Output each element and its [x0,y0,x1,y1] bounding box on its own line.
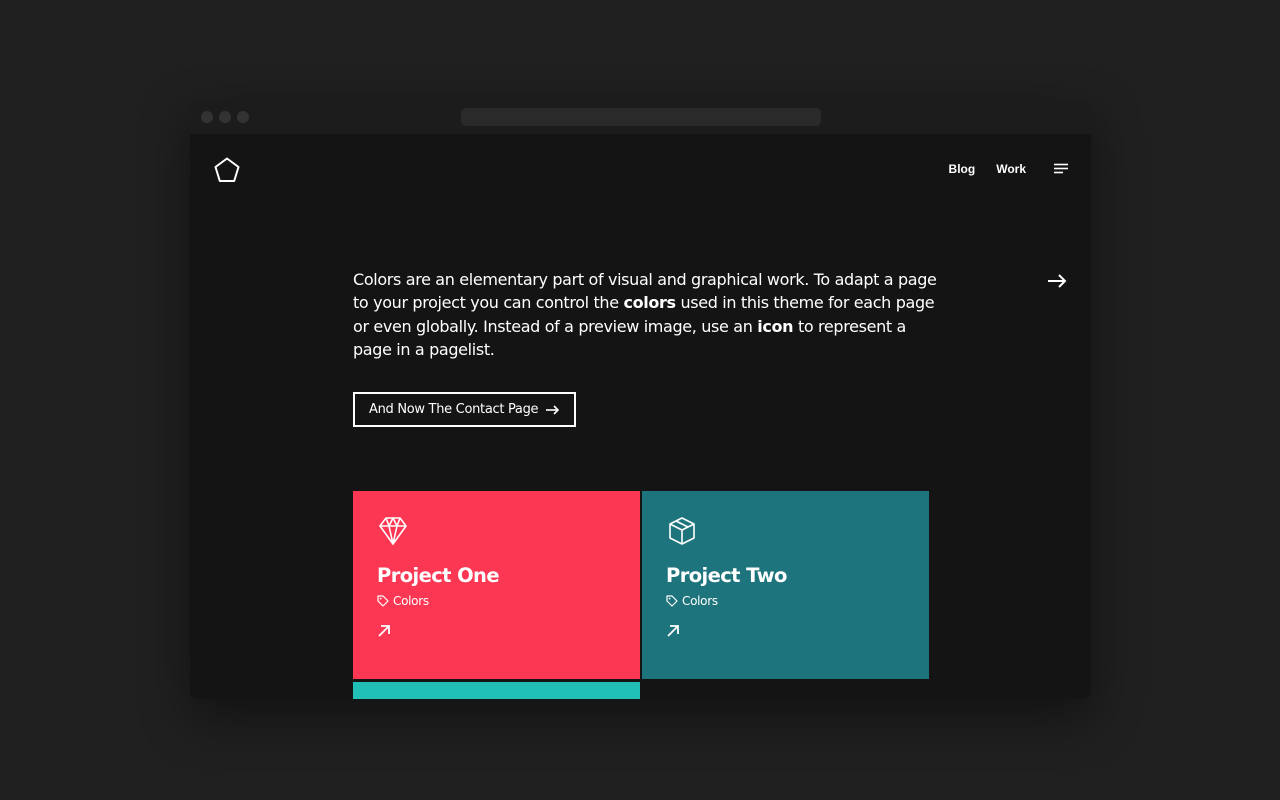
project-card-two[interactable]: Project Two Colors [642,491,929,679]
main-nav: Blog Work [928,161,1069,177]
browser-window: Blog Work Colors are an elementary part … [190,100,1091,699]
window-maximize-dot[interactable] [237,111,249,123]
project-title: Project Two [666,564,787,587]
project-tag[interactable]: Colors [666,594,718,608]
intro-bold-colors: colors [623,293,676,313]
project-tag-label: Colors [393,594,429,608]
address-bar[interactable] [461,108,821,126]
nav-link-work[interactable]: Work [996,161,1026,177]
browser-titlebar [190,100,1091,134]
arrow-up-right-icon[interactable] [377,624,391,638]
intro-text: Colors are an elementary part of visual … [353,268,943,362]
arrow-right-icon [546,404,560,415]
project-card-one[interactable]: Project One Colors [353,491,640,679]
project-title: Project One [377,564,500,587]
project-tag-label: Colors [682,594,718,608]
contact-page-button-label: And Now The Contact Page [369,402,539,417]
project-tag[interactable]: Colors [377,594,429,608]
tag-icon [377,595,389,607]
tag-icon [666,595,678,607]
nav-link-blog[interactable]: Blog [949,161,976,177]
window-close-dot[interactable] [201,111,213,123]
box-icon [669,517,695,545]
arrow-right-icon[interactable] [1046,270,1068,292]
page-content: Blog Work Colors are an elementary part … [190,134,1091,699]
diamond-icon [379,517,407,545]
window-minimize-dot[interactable] [219,111,231,123]
intro-bold-icon: icon [757,316,794,336]
arrow-up-right-icon[interactable] [666,624,680,638]
pentagon-icon[interactable] [213,156,241,184]
hamburger-menu-icon[interactable] [1053,161,1069,177]
project-card-three[interactable] [353,682,640,699]
contact-page-button[interactable]: And Now The Contact Page [353,392,577,427]
